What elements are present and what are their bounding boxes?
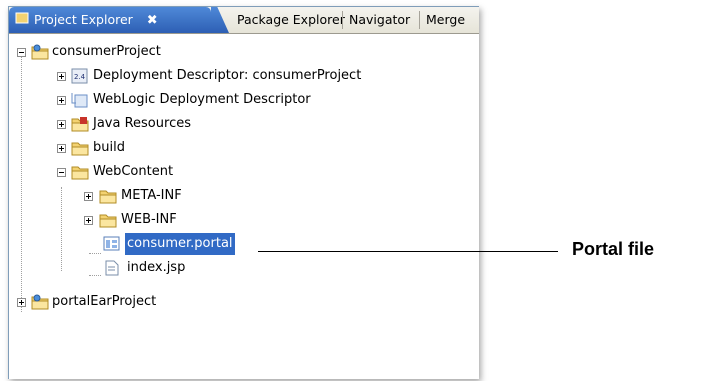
tab-navigator[interactable]: Navigator [343, 7, 410, 33]
project-explorer-panel: Project Explorer ✖ Package Explorer Navig… [8, 6, 479, 379]
deployment-descriptor-icon: 2.4 [71, 68, 89, 84]
tab-package-explorer[interactable]: Package Explorer [231, 7, 345, 33]
expand-icon[interactable] [57, 144, 66, 153]
expand-icon[interactable] [57, 72, 66, 81]
tree-connector [89, 253, 101, 254]
close-icon[interactable]: ✖ [147, 13, 158, 28]
callout-line [258, 251, 558, 252]
weblogic-descriptor-icon [71, 92, 89, 108]
view-tab-bar: Project Explorer ✖ Package Explorer Navig… [9, 7, 479, 34]
java-resources-icon [71, 116, 89, 132]
tree-item-label: WEB-INF [121, 212, 177, 227]
portal-file-icon [103, 236, 121, 252]
expand-icon[interactable] [57, 120, 66, 129]
project-explorer-icon [15, 8, 29, 34]
project-icon [31, 44, 49, 60]
tree-item-label: consumerProject [52, 44, 161, 59]
jsp-file-icon [103, 260, 121, 276]
tree-connector [21, 52, 22, 312]
expand-icon[interactable] [17, 298, 26, 307]
tab-label: Project Explorer [34, 12, 133, 27]
tree-item-label: WebContent [93, 164, 174, 179]
tree-item-label: META-INF [121, 188, 182, 203]
tree-item-label-selected: consumer.portal [125, 233, 235, 255]
tree-item-label: portalEarProject [52, 294, 157, 309]
folder-icon [71, 140, 89, 156]
expand-icon[interactable] [57, 96, 66, 105]
tab-label: Merge [426, 12, 466, 27]
tree-item-label: Deployment Descriptor: consumerProject [93, 68, 362, 83]
expand-icon[interactable] [84, 216, 93, 225]
tab-project-explorer[interactable]: Project Explorer ✖ [9, 7, 211, 33]
ear-project-icon [31, 294, 49, 310]
tree-item-label: Java Resources [93, 116, 191, 131]
svg-text:2.4: 2.4 [74, 73, 86, 81]
tree-connector [61, 187, 62, 271]
tree-item-label: index.jsp [127, 260, 186, 275]
folder-open-icon [71, 164, 89, 180]
callout-label: Portal file [572, 239, 655, 259]
project-tree: consumerProject 2.4 Deployment Descripto… [9, 37, 479, 379]
expand-icon[interactable] [84, 192, 93, 201]
folder-icon [99, 212, 117, 228]
tab-label: Navigator [349, 12, 411, 27]
tree-item-label: build [93, 140, 125, 155]
tab-merge[interactable]: Merge [420, 7, 465, 33]
folder-icon [99, 188, 117, 204]
collapse-icon[interactable] [17, 48, 26, 57]
tree-item-label: WebLogic Deployment Descriptor [93, 92, 311, 107]
tab-label: Package Explorer [237, 12, 345, 27]
collapse-icon[interactable] [57, 168, 66, 177]
tree-connector [89, 275, 101, 276]
